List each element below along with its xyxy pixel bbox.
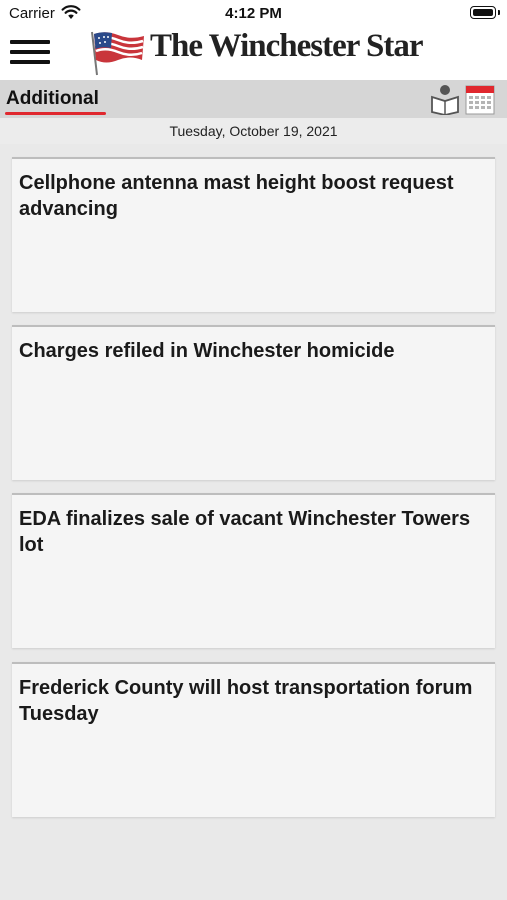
reader-icon[interactable] <box>430 83 460 115</box>
article-card[interactable]: Charges refiled in Winchester homicide <box>12 325 495 480</box>
calendar-icon[interactable] <box>465 83 495 115</box>
hamburger-menu-icon[interactable] <box>10 40 50 70</box>
article-card[interactable]: Frederick County will host transportatio… <box>12 662 495 817</box>
battery-tip <box>498 10 500 15</box>
flag-logo-icon <box>91 31 144 76</box>
article-headline[interactable]: Cellphone antenna mast height boost requ… <box>19 170 479 222</box>
article-card[interactable]: Cellphone antenna mast height boost requ… <box>12 157 495 312</box>
status-time: 4:12 PM <box>225 5 282 22</box>
article-headline[interactable]: EDA finalizes sale of vacant Winchester … <box>19 506 479 558</box>
article-card[interactable]: EDA finalizes sale of vacant Winchester … <box>12 493 495 648</box>
article-headline[interactable]: Frederick County will host transportatio… <box>19 675 479 727</box>
status-bar: Carrier 4:12 PM <box>0 0 507 26</box>
app-header: The Winchester Star <box>0 26 507 80</box>
section-underline <box>5 112 106 115</box>
masthead-logo[interactable]: The Winchester Star <box>150 28 424 65</box>
section-title[interactable]: Additional <box>6 88 99 110</box>
battery-icon <box>470 6 496 19</box>
article-headline[interactable]: Charges refiled in Winchester homicide <box>19 338 479 364</box>
section-bar: Additional <box>0 80 507 118</box>
edition-date: Tuesday, October 19, 2021 <box>0 118 507 144</box>
